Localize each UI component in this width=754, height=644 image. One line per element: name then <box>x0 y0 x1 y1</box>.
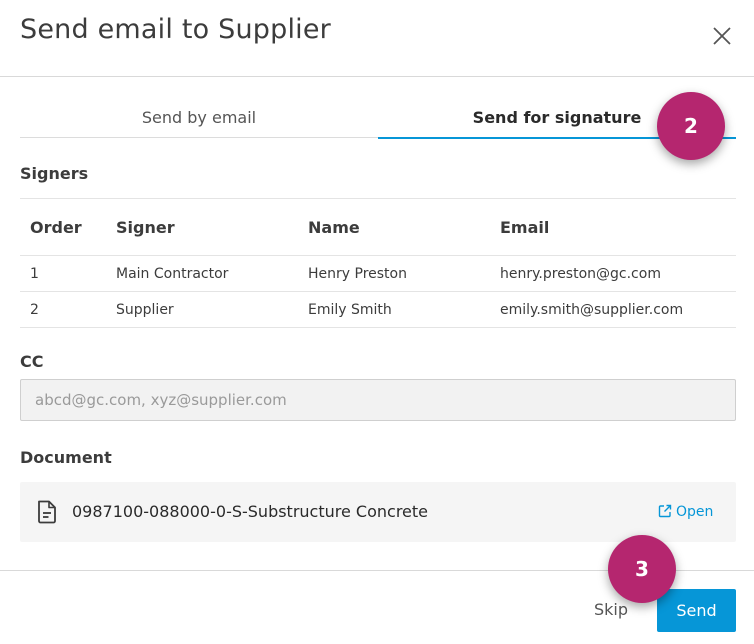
cell-name: Henry Preston <box>308 266 407 282</box>
send-button[interactable]: Send <box>657 589 736 632</box>
signers-table: Order Signer Name Email 1 Main Contracto… <box>20 198 736 328</box>
step-badge-2: 2 <box>657 92 725 160</box>
dialog-header: Send email to Supplier <box>0 0 754 77</box>
table-row: 2 Supplier Emily Smith emily.smith@suppl… <box>20 292 736 328</box>
open-document-link[interactable]: Open <box>658 482 713 542</box>
dialog-title: Send email to Supplier <box>20 14 331 45</box>
cell-order: 2 <box>30 302 39 318</box>
table-header-row: Order Signer Name Email <box>20 198 736 256</box>
document-card: 0987100-088000-0-S-Substructure Concrete… <box>20 482 736 542</box>
cell-signer: Supplier <box>116 302 174 318</box>
cell-email: emily.smith@supplier.com <box>500 302 684 318</box>
external-link-icon <box>658 484 672 518</box>
cell-signer: Main Contractor <box>116 266 229 282</box>
column-header-email: Email <box>500 218 550 237</box>
cell-email: henry.preston@gc.com <box>500 266 661 282</box>
close-icon[interactable] <box>708 22 736 50</box>
signers-label: Signers <box>20 164 89 183</box>
tab-bar: Send by email Send for signature <box>20 98 736 139</box>
open-label: Open <box>676 504 714 520</box>
cc-label: CC <box>20 352 44 371</box>
table-row: 1 Main Contractor Henry Preston henry.pr… <box>20 256 736 292</box>
cell-order: 1 <box>30 266 39 282</box>
document-icon <box>36 500 58 524</box>
tab-send-by-email[interactable]: Send by email <box>20 98 378 138</box>
column-header-signer: Signer <box>116 218 175 237</box>
step-badge-3: 3 <box>608 535 676 603</box>
document-label: Document <box>20 448 112 467</box>
cell-name: Emily Smith <box>308 302 392 318</box>
column-header-name: Name <box>308 218 360 237</box>
document-name: 0987100-088000-0-S-Substructure Concrete <box>72 502 428 521</box>
cc-input[interactable] <box>20 379 736 421</box>
column-header-order: Order <box>30 218 82 237</box>
